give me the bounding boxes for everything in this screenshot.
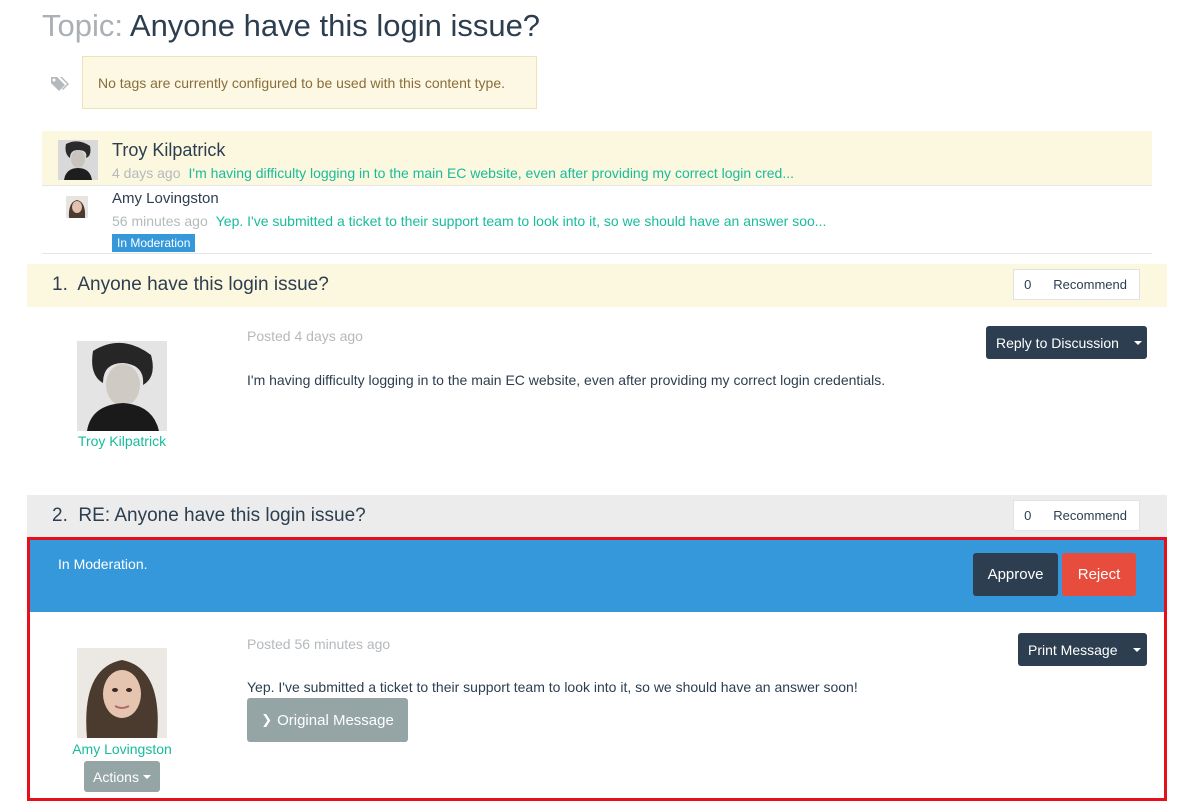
original-message-button[interactable]: ❯ Original Message bbox=[247, 698, 408, 742]
actions-button[interactable]: Actions bbox=[84, 761, 160, 792]
author-name-link[interactable]: Amy Lovingston bbox=[47, 741, 197, 757]
chevron-down-icon[interactable] bbox=[1127, 633, 1147, 666]
recommend-count: 0 bbox=[1024, 508, 1032, 523]
summary-meta: 56 minutes ago Yep. I've submitted a tick… bbox=[112, 213, 826, 229]
post-body: Yep. I've submitted a ticket to their su… bbox=[247, 679, 858, 695]
page-title: Topic: Anyone have this login issue? bbox=[42, 8, 540, 44]
original-message-label: Original Message bbox=[277, 711, 394, 729]
summary-author: Amy Lovingston bbox=[112, 190, 219, 207]
post-title: 1. Anyone have this login issue? bbox=[52, 274, 329, 296]
author-avatar[interactable] bbox=[77, 648, 167, 738]
tags-notice: No tags are currently configured to be u… bbox=[82, 56, 537, 109]
summary-meta: 4 days ago I'm having difficulty logging … bbox=[112, 165, 794, 181]
post-title-text: RE: Anyone have this login issue? bbox=[78, 505, 366, 526]
posted-time: Posted 56 minutes ago bbox=[247, 636, 391, 652]
post-number: 1. bbox=[52, 274, 68, 295]
moderation-badge: In Moderation bbox=[112, 234, 196, 252]
post-header: 1. Anyone have this login issue? 0 Recom… bbox=[27, 264, 1167, 307]
avatar bbox=[66, 196, 88, 218]
recommend-button[interactable]: 0 Recommend bbox=[1013, 500, 1140, 531]
summary-time: 4 days ago bbox=[112, 165, 181, 181]
thread-summary-item[interactable]: Troy Kilpatrick 4 days ago I'm having dif… bbox=[42, 131, 1152, 186]
post-title-text: Anyone have this login issue? bbox=[77, 274, 329, 295]
page-title-prefix: Topic: bbox=[42, 8, 123, 43]
summary-excerpt-link[interactable]: I'm having difficulty logging in to the … bbox=[189, 165, 795, 181]
highlight-frame bbox=[27, 537, 1167, 801]
recommend-label: Recommend bbox=[1053, 508, 1127, 523]
author-avatar[interactable] bbox=[77, 341, 167, 431]
recommend-button[interactable]: 0 Recommend bbox=[1013, 269, 1140, 300]
tags-icon bbox=[51, 77, 69, 91]
print-message-label[interactable]: Print Message bbox=[1018, 633, 1127, 666]
recommend-label: Recommend bbox=[1053, 277, 1127, 292]
reply-to-discussion-button[interactable]: Reply to Discussion bbox=[986, 326, 1147, 359]
avatar bbox=[58, 140, 98, 180]
summary-time: 56 minutes ago bbox=[112, 213, 208, 229]
recommend-count: 0 bbox=[1024, 277, 1032, 292]
summary-excerpt-link[interactable]: Yep. I've submitted a ticket to their su… bbox=[216, 213, 827, 229]
chevron-right-icon: ❯ bbox=[261, 712, 273, 727]
post-header: 2. RE: Anyone have this login issue? 0 R… bbox=[27, 495, 1167, 538]
print-message-button[interactable]: Print Message bbox=[1018, 633, 1147, 666]
chevron-down-icon[interactable] bbox=[1129, 326, 1147, 359]
post-number: 2. bbox=[52, 505, 68, 526]
summary-author: Troy Kilpatrick bbox=[112, 140, 226, 160]
reply-to-discussion-label[interactable]: Reply to Discussion bbox=[986, 326, 1129, 359]
page-title-text: Anyone have this login issue? bbox=[129, 8, 541, 43]
post-title: 2. RE: Anyone have this login issue? bbox=[52, 505, 366, 527]
posted-time: Posted 4 days ago bbox=[247, 328, 363, 344]
post-body: I'm having difficulty logging in to the … bbox=[247, 372, 886, 388]
chevron-down-icon bbox=[142, 774, 151, 779]
actions-label: Actions bbox=[93, 768, 139, 785]
author-name-link[interactable]: Troy Kilpatrick bbox=[47, 433, 197, 449]
